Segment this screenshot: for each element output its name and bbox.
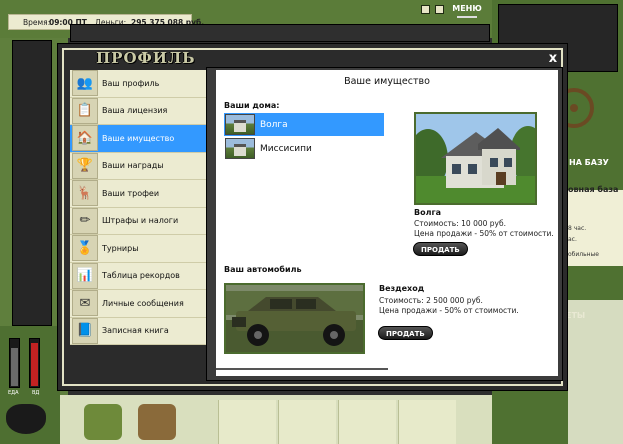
profile-title: ПРОФИЛЬ bbox=[96, 49, 196, 67]
nav-item-label: Ваши награды bbox=[102, 161, 164, 171]
water-gauge-fill bbox=[31, 342, 38, 386]
fines-taxes-icon: ✏ bbox=[72, 207, 98, 234]
top-dark-strip bbox=[70, 24, 490, 42]
base-line-2: ас. bbox=[568, 236, 577, 243]
base-title: овная база bbox=[568, 185, 619, 194]
left-dark-panel bbox=[12, 40, 52, 326]
menu-button[interactable]: МЕНЮ bbox=[450, 4, 484, 22]
messages-icon: ✉ bbox=[72, 290, 98, 317]
tournaments-icon: 🏅 bbox=[72, 235, 98, 262]
nav-item-label: Записная книга bbox=[102, 326, 169, 336]
sound-icon[interactable] bbox=[435, 5, 444, 14]
time-label: Время: bbox=[23, 18, 51, 27]
house-thumbnail bbox=[225, 114, 255, 135]
to-base-button[interactable]: НА БАЗУ bbox=[569, 158, 609, 167]
nav-item-trophies[interactable]: 🦌 Ваши трофеи bbox=[70, 180, 206, 208]
nav-item-label: Штрафы и налоги bbox=[102, 216, 179, 226]
cauldron-icon[interactable] bbox=[6, 404, 46, 434]
records-icon: 📊 bbox=[72, 262, 98, 289]
window-toggle-icon[interactable] bbox=[421, 5, 430, 14]
car-heading: Ваш автомобиль bbox=[224, 265, 302, 274]
food-gauge-label: ЕДА bbox=[8, 390, 19, 396]
car-info-name: Вездеход bbox=[379, 284, 425, 293]
house-item-volga[interactable]: Волга bbox=[224, 113, 384, 136]
close-button[interactable]: x bbox=[545, 51, 561, 67]
nav-item-label: Личные сообщения bbox=[102, 298, 184, 308]
car-picture bbox=[226, 285, 363, 352]
content-bottom-rule bbox=[216, 368, 388, 370]
base-line-3: обильные bbox=[568, 251, 599, 258]
inventory-slot[interactable] bbox=[278, 400, 336, 444]
car-info-sale-price: Цена продажи - 50% от стоимости. bbox=[379, 306, 519, 315]
awards-icon: 🏆 bbox=[72, 152, 98, 179]
inventory-slot[interactable] bbox=[398, 400, 456, 444]
house-photo bbox=[414, 112, 537, 205]
nav-item-messages[interactable]: ✉ Личные сообщения bbox=[70, 290, 206, 318]
house-item-mississippi[interactable]: Миссисипи bbox=[224, 137, 384, 160]
house-info-sale-price: Цена продажи - 50% от стоимости. bbox=[414, 229, 554, 238]
menu-underline-icon bbox=[457, 16, 477, 18]
house-info-name: Волга bbox=[414, 208, 442, 217]
car-photo bbox=[224, 283, 365, 354]
property-title: Ваше имущество bbox=[344, 76, 430, 87]
right-bottom-label: ЕТЫ bbox=[566, 311, 586, 320]
houses-heading: Ваши дома: bbox=[224, 101, 280, 110]
nav-item-awards[interactable]: 🏆 Ваши награды bbox=[70, 152, 206, 180]
water-gauge bbox=[29, 338, 40, 388]
nav-item-label: Ваша лицензия bbox=[102, 106, 168, 116]
nav-item-label: Таблица рекордов bbox=[102, 271, 180, 281]
basket-greens-icon[interactable] bbox=[84, 404, 122, 440]
nav-item-records[interactable]: 📊 Таблица рекордов bbox=[70, 262, 206, 290]
base-line-1: 8 час. bbox=[568, 225, 587, 232]
house-info-cost: Стоимость: 10 000 руб. bbox=[414, 219, 506, 228]
basket-icon[interactable] bbox=[138, 404, 176, 440]
inventory-slot[interactable] bbox=[338, 400, 396, 444]
license-icon: 📋 bbox=[72, 97, 98, 124]
nav-item-license[interactable]: 📋 Ваша лицензия bbox=[70, 97, 206, 125]
water-gauge-label: ВД bbox=[32, 390, 40, 396]
nav-item-label: Ваши трофеи bbox=[102, 188, 160, 198]
inventory-slot[interactable] bbox=[218, 400, 276, 444]
nav-item-notebook[interactable]: 📘 Записная книга bbox=[70, 317, 206, 345]
food-gauge bbox=[9, 338, 20, 388]
house-name: Волга bbox=[260, 119, 288, 130]
house-name: Миссисипи bbox=[260, 143, 312, 154]
nav-item-fines-taxes[interactable]: ✏ Штрафы и налоги bbox=[70, 207, 206, 235]
house-thumbnail bbox=[225, 138, 255, 159]
nav-item-property[interactable]: 🏠 Ваше имущество bbox=[70, 125, 206, 153]
nav-item-label: Ваше имущество bbox=[102, 133, 175, 143]
sell-house-button[interactable]: ПРОДАТЬ bbox=[413, 242, 468, 256]
sell-car-button[interactable]: ПРОДАТЬ bbox=[378, 326, 433, 340]
car-info-cost: Стоимость: 2 500 000 руб. bbox=[379, 296, 483, 305]
right-bottom-panel bbox=[568, 300, 623, 444]
property-icon: 🏠 bbox=[72, 125, 98, 152]
nav-item-tournaments[interactable]: 🏅 Турниры bbox=[70, 235, 206, 263]
profile-nav: 👥 Ваш профиль 📋 Ваша лицензия 🏠 Ваше имуществ… bbox=[70, 70, 206, 346]
notebook-icon: 📘 bbox=[72, 317, 98, 344]
nav-item-label: Ваш профиль bbox=[102, 78, 160, 88]
profile-icon: 👥 bbox=[72, 70, 98, 97]
nav-item-label: Турниры bbox=[102, 243, 139, 253]
nav-item-profile[interactable]: 👥 Ваш профиль bbox=[70, 70, 206, 98]
trophies-icon: 🦌 bbox=[72, 180, 98, 207]
food-gauge-fill bbox=[11, 347, 18, 386]
house-picture bbox=[416, 114, 535, 203]
